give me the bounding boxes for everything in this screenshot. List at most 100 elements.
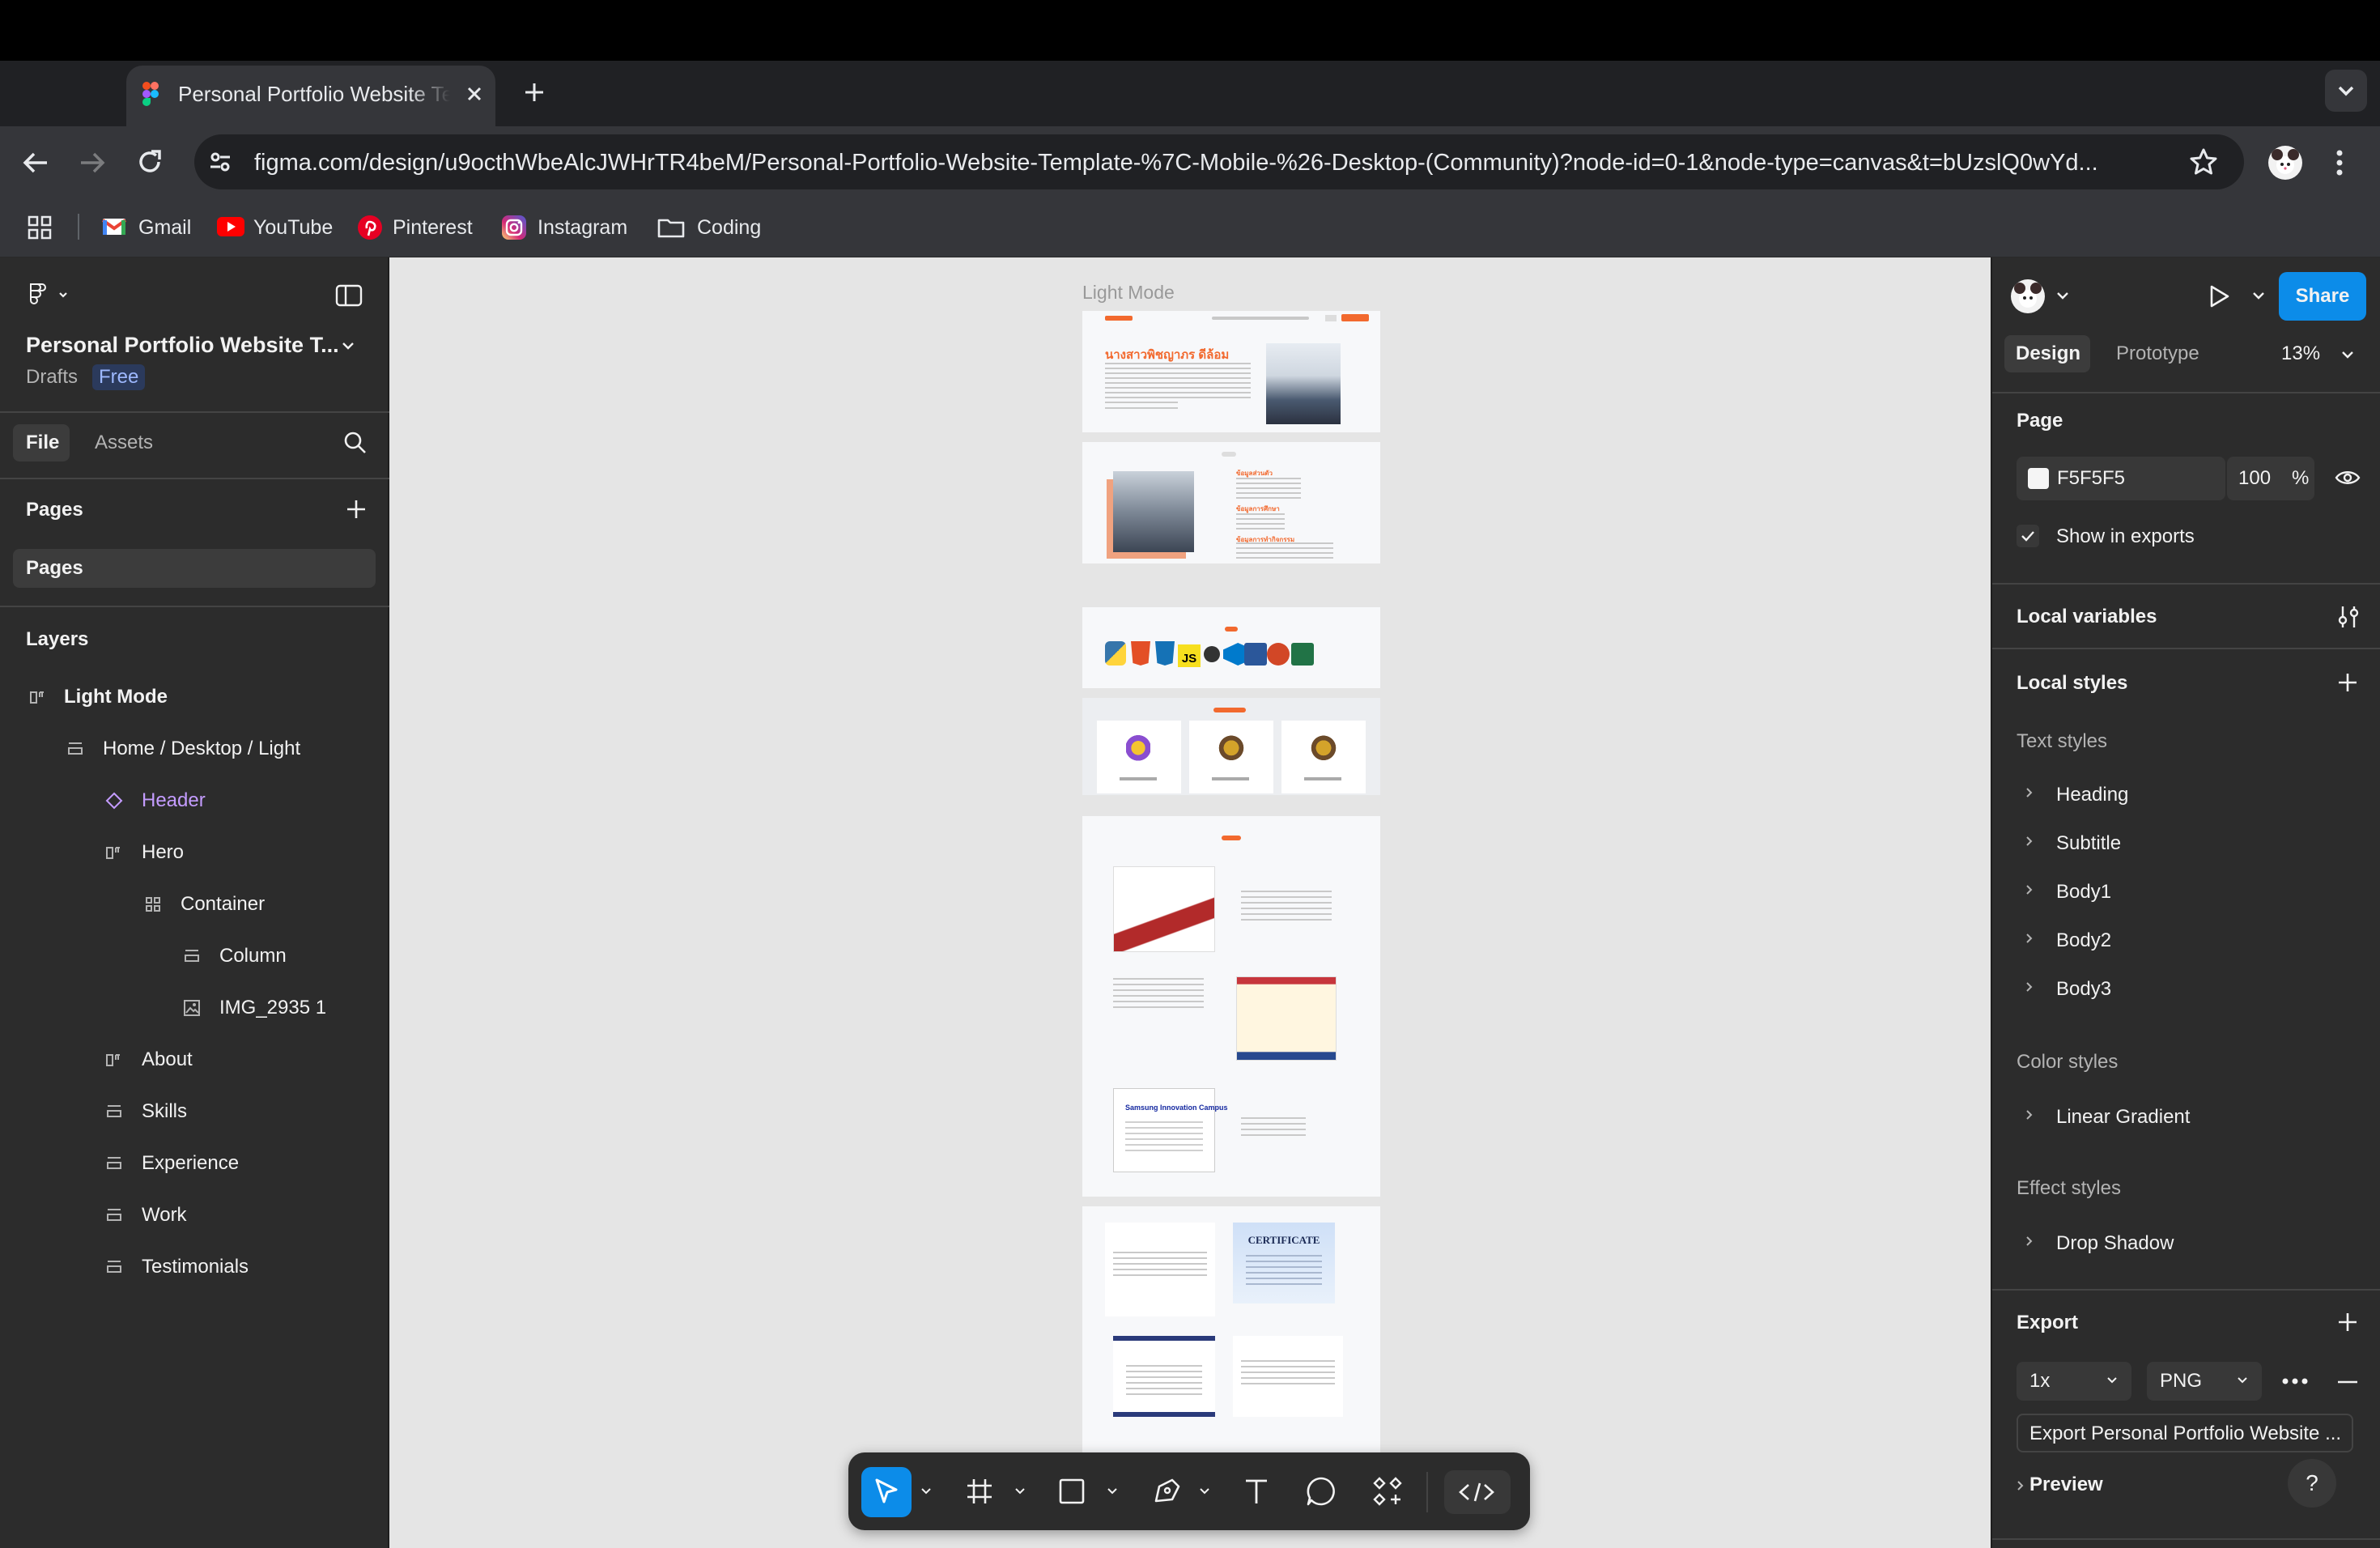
file-name[interactable]: Personal Portfolio Website T... [26,333,339,357]
layer-home-desktop-light[interactable]: Home / Desktop / Light [0,725,389,773]
pen-tool-icon[interactable] [1151,1475,1182,1508]
zoom-chevron-icon[interactable] [2340,349,2356,360]
actions-tool-icon[interactable] [1371,1475,1404,1508]
chevron-down-icon[interactable] [1106,1486,1119,1496]
user-avatar[interactable] [2011,279,2045,313]
site-settings-icon[interactable] [207,149,233,175]
layer-testimonials[interactable]: Testimonials [0,1243,389,1291]
tab-assets[interactable]: Assets [95,431,153,455]
chrome-menu-icon[interactable] [2335,149,2344,176]
help-button[interactable]: ? [2288,1459,2336,1508]
dev-mode-toggle[interactable] [1444,1470,1511,1514]
bookmark-coding[interactable]: Coding [697,215,761,240]
tab-prototype[interactable]: Prototype [2116,342,2199,366]
file-location[interactable]: Drafts [26,365,78,389]
variables-icon[interactable] [2336,604,2361,630]
layer-img-2935[interactable]: IMG_2935 1 [0,984,389,1032]
comment-tool-icon[interactable] [1305,1475,1337,1508]
layer-work[interactable]: Work [0,1191,389,1240]
layer-skills[interactable]: Skills [0,1087,389,1136]
move-tool-button[interactable] [861,1467,912,1517]
javascript-icon: JS [1178,644,1201,667]
page-item-pages[interactable]: Pages [13,549,376,588]
toggle-sidebar-icon[interactable] [335,284,363,307]
eye-icon[interactable] [2335,466,2361,489]
bookmark-pinterest[interactable]: Pinterest [393,215,473,240]
layer-experience[interactable]: Experience [0,1139,389,1188]
bookmark-youtube[interactable]: YouTube [253,215,333,240]
layer-about[interactable]: About [0,1036,389,1084]
add-export-icon[interactable] [2336,1311,2359,1333]
bookmarks-divider [78,214,79,240]
page-opacity-value[interactable]: 100 [2238,466,2271,491]
apps-grid-icon[interactable] [28,215,52,240]
rectangle-tool-icon[interactable] [1057,1477,1086,1506]
present-play-icon[interactable] [2207,283,2231,309]
export-button[interactable]: Export Personal Portfolio Website ... [2017,1414,2353,1452]
reload-icon[interactable] [136,148,164,176]
color-style-linear-gradient[interactable]: Linear Gradient [2056,1105,2190,1129]
experience-section[interactable] [1082,698,1380,795]
bookmark-star-icon[interactable] [2189,147,2218,176]
zoom-level[interactable]: 13% [2281,342,2320,366]
add-page-icon[interactable] [345,498,368,521]
user-menu-chevron-icon[interactable] [2055,290,2071,301]
add-style-icon[interactable] [2336,671,2359,694]
profile-avatar[interactable] [2268,146,2302,180]
remove-export-icon[interactable] [2336,1380,2359,1384]
folder-icon [657,217,685,238]
share-button[interactable]: Share [2279,272,2366,321]
figma-menu-icon[interactable] [26,282,68,308]
preview-toggle[interactable]: Preview [2029,1473,2103,1497]
text-style-body1[interactable]: Body1 [2056,880,2111,904]
show-in-exports-checkbox[interactable] [2017,525,2039,547]
close-tab-icon[interactable] [465,84,484,104]
text-style-body2[interactable]: Body2 [2056,929,2111,953]
page-color-hex[interactable]: F5F5F5 [2057,466,2125,491]
word-icon [1244,643,1267,666]
layer-light-mode[interactable]: Light Mode [0,673,389,721]
skills-section[interactable]: JS [1082,607,1380,688]
layer-header[interactable]: Header [0,776,389,825]
page-opacity-field[interactable]: 100 % [2227,457,2314,500]
chevron-down-icon[interactable] [1014,1486,1026,1496]
chevron-right-icon [2024,785,2035,800]
file-name-chevron-icon[interactable] [340,340,356,351]
frame-label[interactable]: Light Mode [1082,282,1175,304]
bookmark-gmail[interactable]: Gmail [138,215,191,240]
text-style-body3[interactable]: Body3 [2056,977,2111,1002]
about-badge [1222,452,1236,457]
layer-column[interactable]: Column [0,932,389,980]
chevron-down-icon[interactable] [1198,1486,1211,1496]
tab-file[interactable]: File [13,424,70,461]
layer-container[interactable]: Container [0,880,389,929]
local-variables-heading[interactable]: Local variables [2017,605,2157,629]
export-scale-select[interactable]: 1x [2017,1362,2131,1401]
new-tab-icon[interactable] [523,81,546,104]
chevron-down-icon[interactable] [920,1486,933,1496]
work-section[interactable]: Samsung Innovation Campus [1082,816,1380,1197]
present-chevron-icon[interactable] [2250,290,2267,301]
hero-section[interactable]: นางสาวพิชญาภร ดีล้อม [1082,311,1380,432]
export-format-select[interactable]: PNG [2147,1362,2262,1401]
export-more-icon[interactable] [2281,1376,2309,1386]
autolayout-vertical-icon [105,1258,123,1276]
text-style-heading[interactable]: Heading [2056,783,2128,807]
page-color-field[interactable]: F5F5F5 [2017,457,2225,500]
html5-icon [1131,641,1150,666]
forward-icon[interactable] [78,150,107,176]
text-tool-icon[interactable] [1242,1477,1271,1506]
tab-design[interactable]: Design [2004,335,2090,372]
layer-hero[interactable]: Hero [0,828,389,877]
search-icon[interactable] [343,431,368,455]
text-style-subtitle[interactable]: Subtitle [2056,831,2121,856]
bookmark-instagram[interactable]: Instagram [538,215,627,240]
back-icon[interactable] [21,150,50,176]
effect-style-drop-shadow[interactable]: Drop Shadow [2056,1231,2174,1256]
tab-search-button[interactable] [2325,70,2367,112]
about-section[interactable]: ข้อมูลส่วนตัว ข้อมูลการศึกษา ข้อมูลการทำ… [1082,442,1380,563]
effect-styles-heading: Effect styles [2017,1177,2121,1199]
color-swatch[interactable] [2028,468,2049,489]
frame-tool-icon[interactable] [965,1477,994,1506]
testimonials-section[interactable]: CERTIFICATE [1082,1206,1380,1452]
